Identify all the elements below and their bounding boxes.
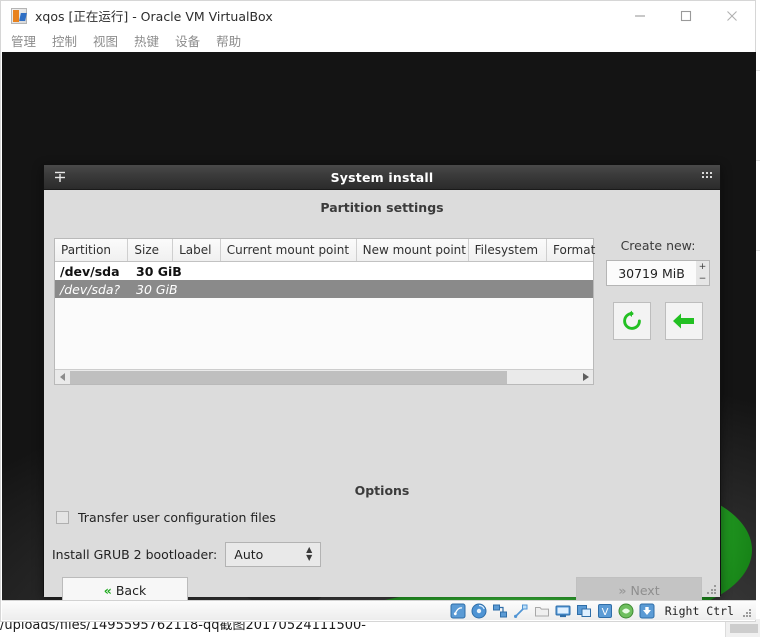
table-row[interactable]: /dev/sda 30 GiB <box>55 262 593 280</box>
menu-item-devices[interactable]: 设备 <box>175 31 200 50</box>
host-key-label: Right Ctrl <box>664 603 734 618</box>
virtualization-icon[interactable]: V <box>597 603 613 619</box>
table-scrollbar-thumb[interactable] <box>70 371 507 384</box>
partition-action-buttons <box>604 302 712 340</box>
maximize-button[interactable] <box>663 1 709 30</box>
grub-bootloader-value: Auto <box>234 547 264 562</box>
column-header-filesystem[interactable]: Filesystem <box>469 239 547 261</box>
stepper-up-button[interactable]: + <box>696 261 709 273</box>
close-button[interactable] <box>709 1 755 30</box>
menu-item-view[interactable]: 视图 <box>93 31 118 50</box>
host-key-icon[interactable] <box>639 603 655 619</box>
close-icon <box>727 10 737 21</box>
transfer-user-config-label: Transfer user configuration files <box>78 510 276 525</box>
statusbar-resize-grip[interactable] <box>743 609 752 617</box>
cell-size: 30 GiB <box>136 263 182 279</box>
create-new-label: Create new: <box>620 238 696 253</box>
new-partition-size-stepper[interactable]: 30719 MiB + − <box>606 260 710 286</box>
menu-item-help[interactable]: 帮助 <box>216 31 241 50</box>
column-header-size[interactable]: Size <box>128 239 174 261</box>
refresh-button[interactable] <box>613 302 651 340</box>
menu-item-control[interactable]: 控制 <box>52 31 77 50</box>
options-heading: Options <box>354 483 410 498</box>
column-header-current-mount-point[interactable]: Current mount point <box>221 239 357 261</box>
dialog-titlebar[interactable]: System install <box>44 165 720 190</box>
optical-disk-icon[interactable] <box>471 603 487 619</box>
window-grip-icon[interactable] <box>702 172 713 181</box>
svg-text:V: V <box>601 607 608 618</box>
background-scrollbar-thumb[interactable] <box>730 624 758 633</box>
refresh-icon <box>623 310 641 330</box>
new-partition-size-value[interactable]: 30719 MiB <box>606 260 696 286</box>
chevron-up-down-icon[interactable]: ▲ ▼ <box>306 546 312 562</box>
grub-bootloader-label: Install GRUB 2 bootloader: <box>52 547 218 562</box>
minimize-button[interactable] <box>617 1 663 30</box>
vbox-window-title: xqos [正在运行] - Oracle VM VirtualBox <box>35 9 273 24</box>
system-install-dialog: System install Partition settings Partit… <box>43 164 721 603</box>
column-header-new-mount-point[interactable]: New mount point <box>357 239 469 261</box>
vbox-statusbar: V Right Ctrl <box>2 600 756 620</box>
grub-bootloader-row: Install GRUB 2 bootloader: Auto ▲ ▼ <box>52 542 322 567</box>
virtualbox-icon <box>11 7 27 24</box>
partition-table-body: /dev/sda 30 GiB /dev/sda? 30 GiB <box>55 262 593 298</box>
column-header-label[interactable]: Label <box>173 239 221 261</box>
shared-folder-icon[interactable] <box>534 603 550 619</box>
chevron-down-icon: ▼ <box>306 553 313 562</box>
cell-size: 30 GiB <box>136 281 178 297</box>
dialog-body: Partition settings Partition Size Label … <box>44 190 720 603</box>
vm-guest-screen[interactable]: System install Partition settings Partit… <box>2 52 756 603</box>
table-horizontal-scrollbar[interactable] <box>55 369 593 384</box>
cell-partition: /dev/sda? <box>60 281 121 297</box>
display-icon[interactable] <box>555 603 571 619</box>
scroll-right-icon[interactable] <box>579 370 592 384</box>
transfer-user-config-checkbox[interactable] <box>56 511 69 524</box>
next-button-label: Next <box>630 583 660 598</box>
size-stepper-buttons[interactable]: + − <box>696 260 710 286</box>
network-icon[interactable] <box>492 603 508 619</box>
minimize-icon <box>635 14 645 17</box>
back-button-label: Back <box>115 583 147 598</box>
usb-icon[interactable] <box>513 603 529 619</box>
stepper-down-button[interactable]: − <box>696 273 709 285</box>
cell-partition: /dev/sda <box>60 263 120 279</box>
apply-create-button[interactable] <box>665 302 703 340</box>
left-arrow-icon <box>673 313 694 329</box>
menu-item-manage[interactable]: 管理 <box>11 31 36 50</box>
column-header-partition[interactable]: Partition <box>55 239 129 261</box>
dialog-resize-grip[interactable] <box>707 585 717 594</box>
column-header-format[interactable]: Format <box>547 239 595 261</box>
partition-table-header: Partition Size Label Current mount point… <box>55 239 595 262</box>
window-menu-icon[interactable] <box>52 169 68 185</box>
maximize-icon <box>680 10 692 21</box>
vbox-menubar[interactable]: 管理 控制 视图 热键 设备 帮助 <box>1 30 755 51</box>
table-row[interactable]: /dev/sda? 30 GiB <box>55 280 593 298</box>
virtualbox-window: xqos [正在运行] - Oracle VM VirtualBox 管理 控制… <box>0 0 756 622</box>
mouse-integration-icon[interactable] <box>618 603 634 619</box>
transfer-user-config-row[interactable]: Transfer user configuration files <box>56 510 276 525</box>
create-new-panel: Create new: 30719 MiB + − <box>604 238 712 340</box>
partition-settings-heading: Partition settings <box>320 200 444 215</box>
grub-bootloader-select[interactable]: Auto ▲ ▼ <box>225 542 322 567</box>
partition-table[interactable]: Partition Size Label Current mount point… <box>54 238 595 385</box>
shared-clipboard-icon[interactable] <box>576 603 592 619</box>
scroll-left-icon[interactable] <box>56 370 69 384</box>
vbox-titlebar[interactable]: xqos [正在运行] - Oracle VM VirtualBox <box>1 1 755 30</box>
dialog-title: System install <box>330 169 434 185</box>
back-chevron-icon: « <box>103 583 112 598</box>
menu-item-hotkey[interactable]: 热键 <box>134 31 159 50</box>
next-chevron-icon: » <box>618 583 627 598</box>
hard-disk-icon[interactable] <box>450 603 466 619</box>
